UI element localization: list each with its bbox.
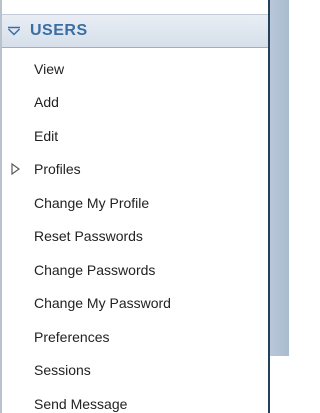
chevron-down-icon[interactable]: [7, 24, 21, 38]
menu-item-view[interactable]: View: [2, 52, 268, 86]
menu-item-send-message[interactable]: Send Message: [2, 387, 268, 413]
menu-item-label: Change My Profile: [34, 194, 150, 211]
users-nav-panel: USERS View Add Edit Profiles Change My P…: [2, 0, 268, 413]
menu-item-preferences[interactable]: Preferences: [2, 320, 268, 354]
menu-item-label: Change My Password: [34, 295, 171, 312]
menu-item-change-my-password[interactable]: Change My Password: [2, 287, 268, 321]
menu-item-label: Profiles: [34, 161, 81, 178]
users-nav-frame: USERS View Add Edit Profiles Change My P…: [0, 0, 289, 413]
menu-item-profiles[interactable]: Profiles: [2, 153, 268, 187]
menu-item-label: Preferences: [34, 328, 110, 345]
content-pane-edge: [270, 0, 289, 413]
menu-item-label: View: [34, 60, 65, 77]
menu-item-add[interactable]: Add: [2, 86, 268, 120]
menu-item-change-my-profile[interactable]: Change My Profile: [2, 186, 268, 220]
menu-item-label: Send Message: [34, 395, 128, 412]
menu-item-label: Add: [34, 94, 59, 111]
menu-item-label: Sessions: [34, 362, 91, 379]
menu-item-label: Change Passwords: [34, 261, 156, 278]
menu-item-label: Edit: [34, 127, 59, 144]
users-menu: View Add Edit Profiles Change My Profile: [2, 52, 268, 413]
caret-right-icon[interactable]: [11, 163, 21, 176]
menu-item-sessions[interactable]: Sessions: [2, 354, 268, 388]
users-section-header[interactable]: USERS: [2, 14, 268, 48]
menu-item-label: Reset Passwords: [34, 228, 143, 245]
menu-item-reset-passwords[interactable]: Reset Passwords: [2, 220, 268, 254]
menu-item-change-passwords[interactable]: Change Passwords: [2, 253, 268, 287]
content-pane-bottom: [270, 356, 289, 413]
section-title: USERS: [30, 22, 88, 39]
menu-item-edit[interactable]: Edit: [2, 119, 268, 153]
